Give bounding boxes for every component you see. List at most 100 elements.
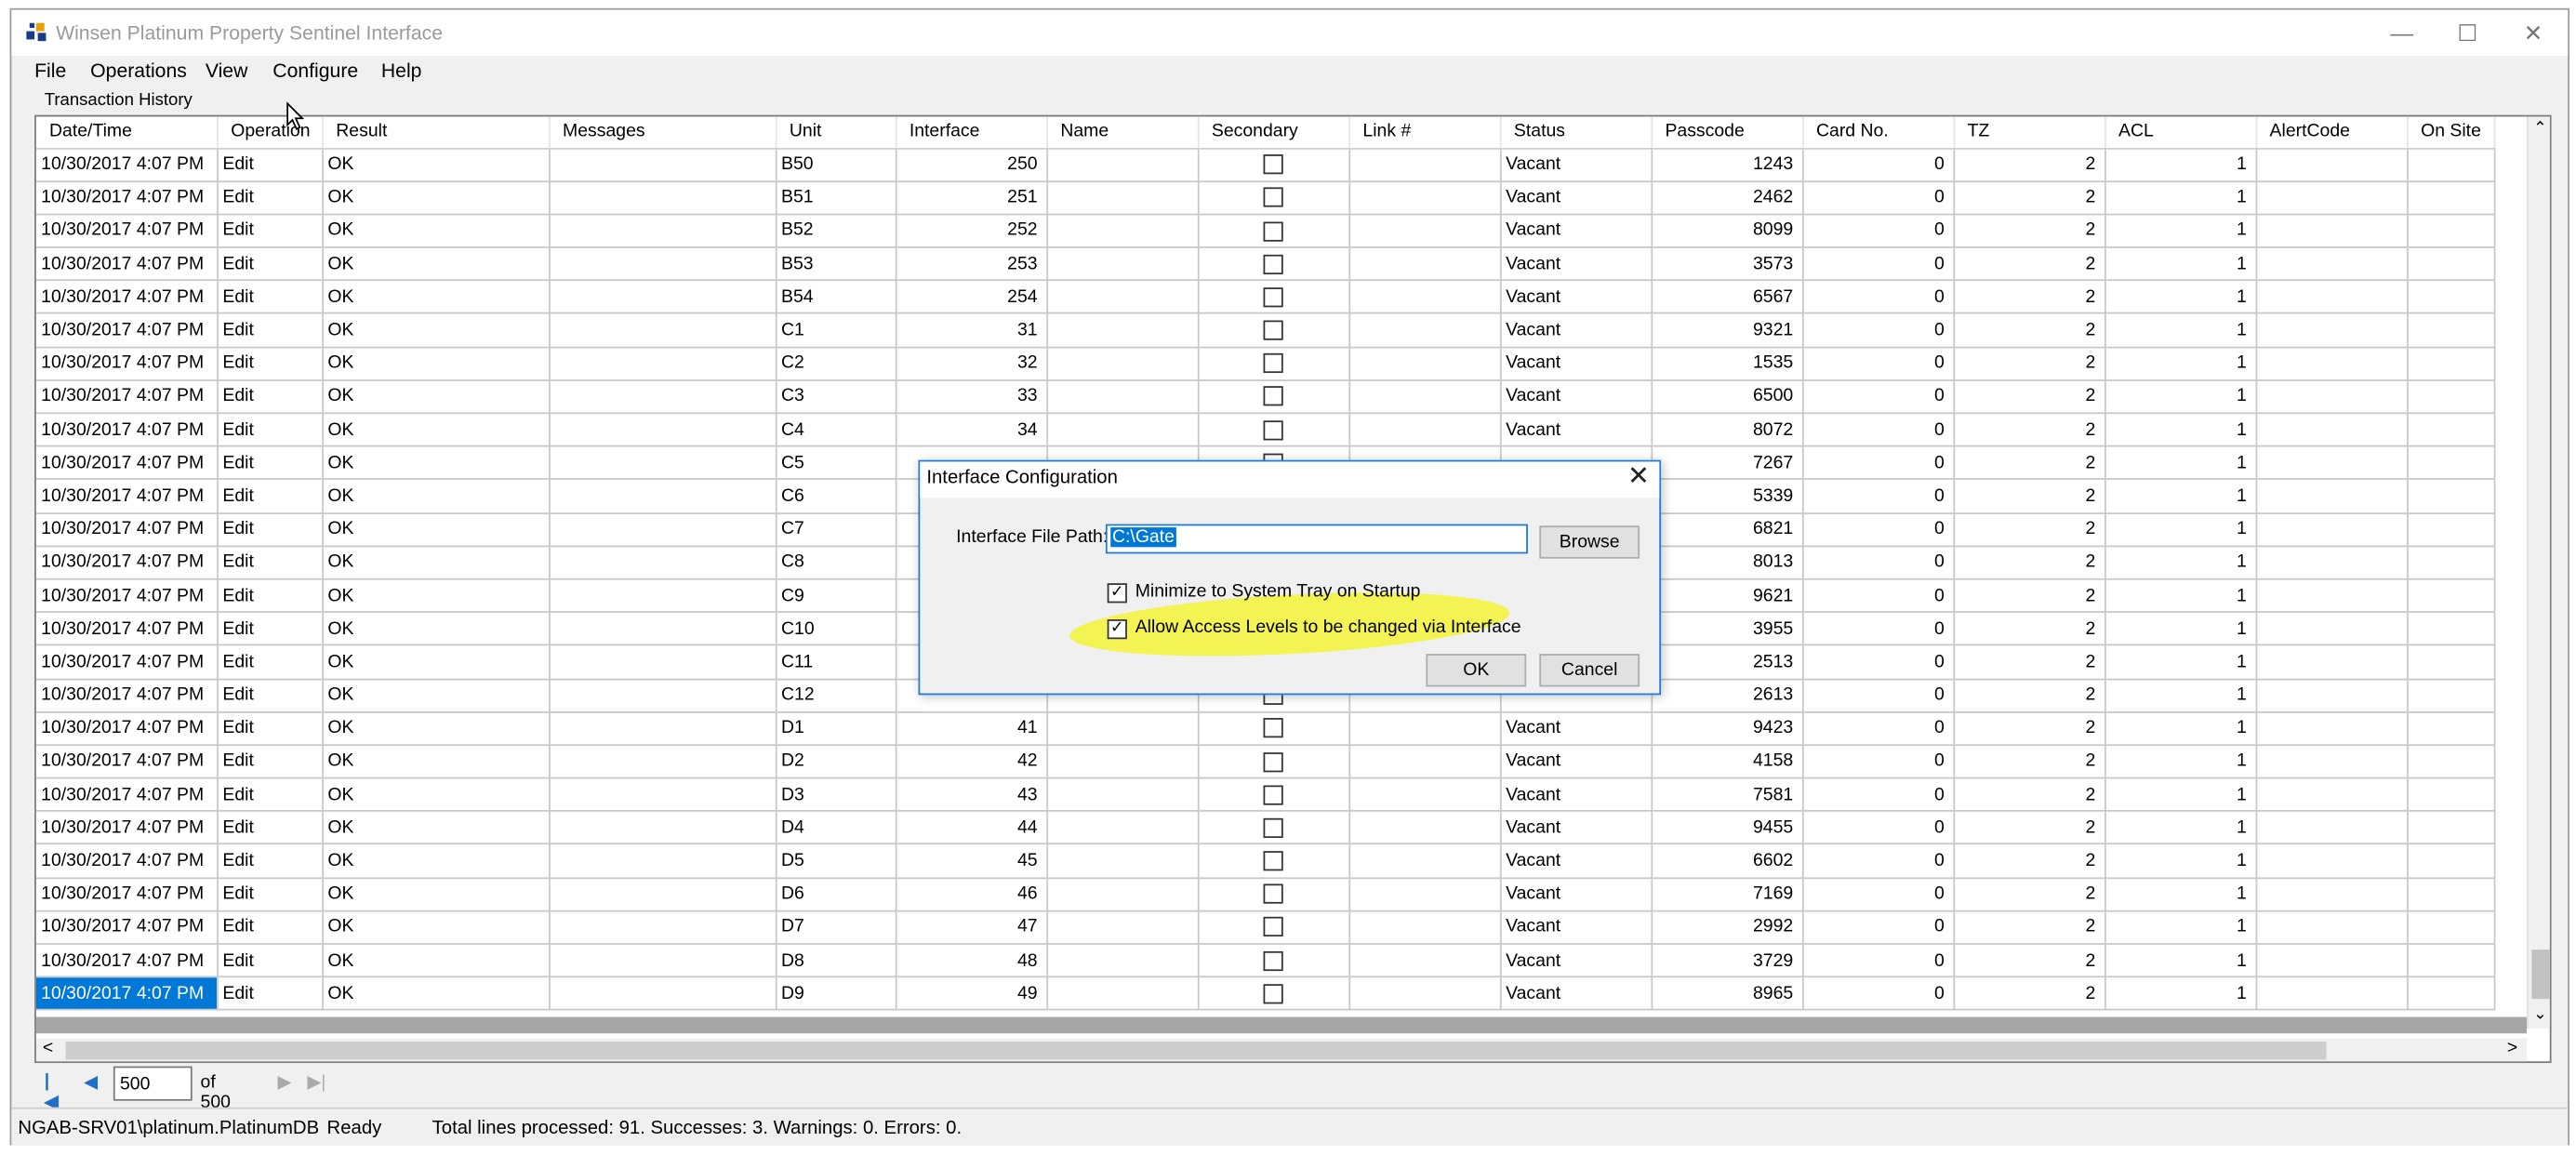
table-cell: 250 bbox=[895, 148, 1048, 182]
table-row[interactable]: 10/30/2017 4:07 PM Edit OK C1 31 Vacant 9321 0 2… bbox=[35, 313, 2495, 348]
maximize-button[interactable]: ☐ bbox=[2438, 13, 2498, 52]
table-row[interactable]: 10/30/2017 4:07 PM Edit OK D9 49 Vacant 8965 0 2… bbox=[35, 976, 2495, 1012]
table-row[interactable]: 10/30/2017 4:07 PM Edit OK D1 41 Vacant 9423 0 2… bbox=[35, 711, 2495, 746]
table-cell: 1 bbox=[2105, 479, 2257, 514]
table-row[interactable]: 10/30/2017 4:07 PM Edit OK D6 46 Vacant 7169 0 2… bbox=[35, 877, 2495, 912]
table-cell: 1 bbox=[2105, 246, 2257, 282]
mouse-cursor-icon bbox=[286, 101, 305, 130]
secondary-checkbox[interactable] bbox=[1263, 950, 1283, 971]
horizontal-scroll-thumb[interactable] bbox=[65, 1042, 2327, 1060]
table-cell: OK bbox=[322, 512, 550, 547]
tab-transaction-history[interactable]: Transaction History bbox=[45, 90, 193, 110]
vertical-scroll-thumb[interactable] bbox=[2531, 949, 2550, 1000]
table-cell: OK bbox=[322, 612, 550, 646]
column-header[interactable]: Status bbox=[1499, 116, 1653, 149]
column-header[interactable]: Passcode bbox=[1651, 116, 1803, 149]
table-row[interactable]: 10/30/2017 4:07 PM Edit OK D8 48 Vacant 3729 0 2… bbox=[35, 943, 2495, 978]
secondary-checkbox[interactable] bbox=[1263, 817, 1283, 838]
column-header[interactable]: Result bbox=[322, 116, 550, 149]
secondary-checkbox[interactable] bbox=[1263, 220, 1283, 241]
secondary-checkbox[interactable] bbox=[1263, 883, 1283, 905]
table-row[interactable]: 10/30/2017 4:07 PM Edit OK C2 32 Vacant 1535 0 2… bbox=[35, 346, 2495, 381]
table-cell: 2 bbox=[1953, 445, 2105, 481]
menu-file[interactable]: File bbox=[34, 60, 66, 83]
table-row[interactable]: 10/30/2017 4:07 PM Edit OK B52 252 Vacant 8099… bbox=[35, 214, 2495, 248]
table-cell bbox=[1046, 943, 1199, 978]
column-header[interactable]: Link # bbox=[1348, 116, 1501, 149]
secondary-checkbox[interactable] bbox=[1263, 718, 1283, 738]
table-row[interactable]: 10/30/2017 4:07 PM Edit OK B53 253 Vacant 3573… bbox=[35, 246, 2495, 282]
secondary-checkbox[interactable] bbox=[1263, 154, 1283, 175]
interface-path-input[interactable]: C:\Gate bbox=[1105, 524, 1528, 554]
close-window-button[interactable]: ✕ bbox=[2503, 13, 2563, 52]
first-page-icon[interactable]: |◀ bbox=[45, 1071, 59, 1112]
secondary-checkbox[interactable] bbox=[1263, 751, 1283, 772]
column-header[interactable]: Date/Time bbox=[35, 116, 219, 149]
scroll-right-icon[interactable]: > bbox=[2507, 1039, 2517, 1058]
table-cell: 0 bbox=[1801, 843, 1955, 879]
column-header[interactable]: Messages bbox=[549, 116, 777, 149]
menu-help[interactable]: Help bbox=[381, 60, 422, 83]
table-cell: OK bbox=[322, 545, 550, 580]
table-row[interactable]: 10/30/2017 4:07 PM Edit OK C4 34 Vacant 8072 0 2… bbox=[35, 413, 2495, 447]
table-cell: 10/30/2017 4:07 PM bbox=[35, 612, 219, 646]
column-header[interactable]: Secondary bbox=[1197, 116, 1350, 149]
last-page-icon[interactable]: ▶| bbox=[307, 1071, 325, 1093]
table-row[interactable]: 10/30/2017 4:07 PM Edit OK B50 250 Vacant 1243… bbox=[35, 148, 2495, 182]
horizontal-scrollbar[interactable]: < > bbox=[35, 1038, 2528, 1062]
table-cell: OK bbox=[322, 711, 550, 746]
column-header[interactable]: Operation bbox=[217, 116, 324, 149]
table-cell: Vacant bbox=[1499, 943, 1653, 978]
secondary-checkbox[interactable] bbox=[1263, 286, 1283, 308]
dialog-close-icon[interactable]: ✕ bbox=[1627, 464, 1650, 491]
table-cell: Vacant bbox=[1499, 313, 1653, 348]
table-row[interactable]: 10/30/2017 4:07 PM Edit OK D5 45 Vacant 6602 0 2… bbox=[35, 843, 2495, 879]
secondary-checkbox[interactable] bbox=[1263, 983, 1283, 1004]
secondary-checkbox[interactable] bbox=[1263, 419, 1283, 440]
column-header[interactable]: Interface bbox=[895, 116, 1048, 149]
secondary-checkbox[interactable] bbox=[1263, 784, 1283, 805]
table-row[interactable]: 10/30/2017 4:07 PM Edit OK C3 33 Vacant 6500 0 2… bbox=[35, 379, 2495, 415]
secondary-checkbox[interactable] bbox=[1263, 386, 1283, 407]
column-header[interactable]: On Site bbox=[2407, 116, 2495, 149]
table-row[interactable]: 10/30/2017 4:07 PM Edit OK D4 44 Vacant 9455 0 2… bbox=[35, 811, 2495, 845]
page-number-input[interactable] bbox=[113, 1066, 193, 1101]
secondary-checkbox[interactable] bbox=[1263, 917, 1283, 937]
table-cell: 1 bbox=[2105, 379, 2257, 415]
menu-operations[interactable]: Operations bbox=[90, 60, 187, 83]
menu-configure[interactable]: Configure bbox=[272, 60, 358, 83]
secondary-checkbox[interactable] bbox=[1263, 353, 1283, 374]
table-row[interactable]: 10/30/2017 4:07 PM Edit OK D3 43 Vacant 7581 0 2… bbox=[35, 777, 2495, 813]
column-header[interactable]: Name bbox=[1046, 116, 1199, 149]
browse-button[interactable]: Browse bbox=[1539, 525, 1640, 559]
scroll-down-icon[interactable]: ⌄ bbox=[2533, 1005, 2547, 1023]
scroll-up-icon[interactable]: ⌃ bbox=[2533, 120, 2547, 138]
table-cell: 10/30/2017 4:07 PM bbox=[35, 877, 219, 912]
column-header[interactable]: Unit bbox=[775, 116, 896, 149]
table-cell bbox=[1197, 148, 1350, 182]
ok-button[interactable]: OK bbox=[1426, 654, 1527, 687]
table-cell: OK bbox=[322, 479, 550, 514]
minimize-button[interactable]: — bbox=[2372, 13, 2432, 52]
secondary-checkbox[interactable] bbox=[1263, 254, 1283, 274]
column-header[interactable]: TZ bbox=[1953, 116, 2105, 149]
secondary-checkbox[interactable] bbox=[1263, 320, 1283, 340]
secondary-checkbox[interactable] bbox=[1263, 187, 1283, 208]
column-header[interactable]: Card No. bbox=[1801, 116, 1955, 149]
column-header[interactable]: ACL bbox=[2105, 116, 2257, 149]
table-row[interactable]: 10/30/2017 4:07 PM Edit OK B51 251 Vacant 2462… bbox=[35, 180, 2495, 216]
table-row[interactable]: 10/30/2017 4:07 PM Edit OK D2 42 Vacant 4158 0 2… bbox=[35, 744, 2495, 779]
cancel-button[interactable]: Cancel bbox=[1539, 654, 1640, 687]
secondary-checkbox[interactable] bbox=[1263, 851, 1283, 871]
next-page-icon[interactable]: ▶ bbox=[278, 1071, 292, 1093]
table-cell bbox=[549, 545, 777, 580]
column-header[interactable]: AlertCode bbox=[2255, 116, 2408, 149]
table-cell: Edit bbox=[217, 744, 324, 779]
table-cell: 41 bbox=[895, 711, 1048, 746]
vertical-scrollbar[interactable]: ⌃ ⌄ bbox=[2527, 116, 2550, 1029]
scroll-left-icon[interactable]: < bbox=[43, 1039, 53, 1058]
table-row[interactable]: 10/30/2017 4:07 PM Edit OK B54 254 Vacant 6567… bbox=[35, 280, 2495, 315]
menu-view[interactable]: View bbox=[206, 60, 248, 83]
table-row[interactable]: 10/30/2017 4:07 PM Edit OK D7 47 Vacant 2992 0 2… bbox=[35, 910, 2495, 945]
prev-page-icon[interactable]: ◀ bbox=[84, 1071, 98, 1093]
